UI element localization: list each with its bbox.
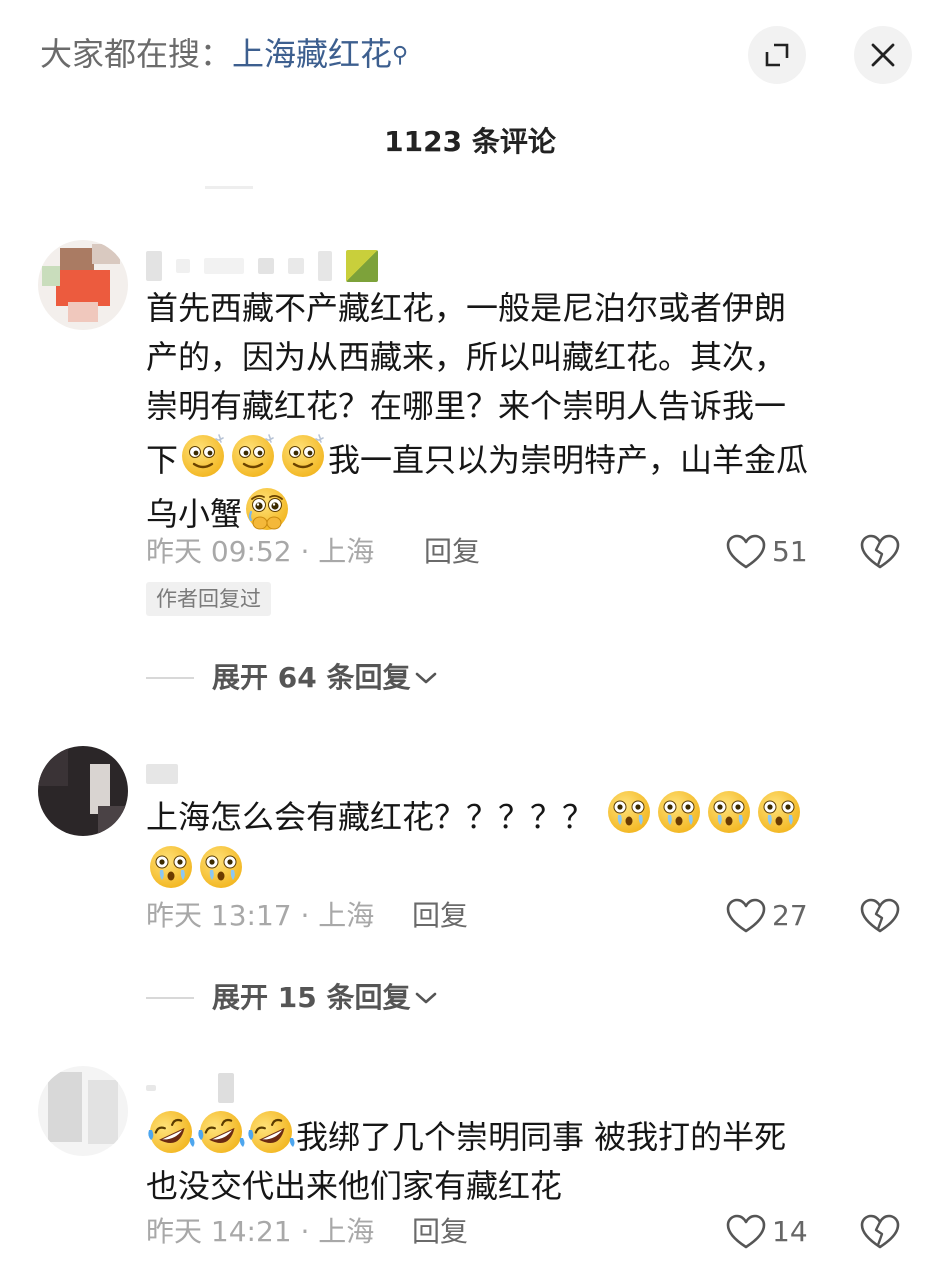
laughing-tears-emoji	[247, 1108, 295, 1156]
comment-line-text: 上海怎么会有藏红花？？？？？	[146, 798, 595, 836]
crying-surprised-emoji	[605, 788, 653, 836]
broken-heart-icon	[860, 534, 900, 569]
heart-outline-icon	[726, 898, 766, 933]
broken-heart-icon	[860, 898, 900, 933]
comment-line-suffix: 我一直只以为崇明特产，山羊金瓜	[328, 441, 809, 479]
expand-replies-label: 展开 15 条回复	[212, 981, 411, 1014]
dizzy-face-emoji	[229, 431, 277, 479]
comment-line: 也没交代出来他们家有藏红花	[146, 1167, 563, 1205]
crying-surprised-emoji	[197, 843, 245, 891]
chevron-down-icon	[416, 992, 437, 1004]
dizzy-face-emoji	[179, 431, 227, 479]
dizzy-face-emoji	[279, 431, 327, 479]
comment-text: 首先西藏不产藏红花，一般是尼泊尔或者伊朗 产的，因为从西藏来，所以叫藏红花。其次…	[146, 284, 886, 539]
comment-time-location: 昨天 14:21 · 上海	[146, 1215, 375, 1248]
avatar[interactable]	[38, 746, 128, 836]
reply-button[interactable]: 回复	[424, 532, 480, 572]
dislike-button[interactable]	[860, 898, 900, 938]
comment-count-title: 1123 条评论	[384, 125, 556, 158]
comment-line-prefix: 乌小蟹	[146, 495, 243, 533]
comment-line	[146, 843, 886, 898]
expand-replies-label: 展开 64 条回复	[212, 661, 411, 694]
comment-time-location: 昨天 13:17 · 上海	[146, 899, 375, 932]
like-button[interactable]: 51	[726, 532, 808, 572]
reply-button[interactable]: 回复	[412, 896, 468, 936]
divider-line	[146, 997, 194, 999]
heart-outline-icon	[726, 534, 766, 569]
avatar[interactable]	[38, 1066, 128, 1156]
crying-surprised-emoji	[705, 788, 753, 836]
pleading-face-emoji	[243, 485, 291, 533]
laughing-tears-emoji	[147, 1108, 195, 1156]
comment-text: 上海怎么会有藏红花？？？？？	[146, 788, 886, 898]
comment-line-prefix: 下	[146, 441, 179, 479]
chevron-down-icon	[416, 672, 437, 684]
username-redacted[interactable]	[146, 248, 378, 284]
crying-surprised-emoji	[755, 788, 803, 836]
username-redacted[interactable]	[146, 1070, 234, 1106]
comment-line: 首先西藏不产藏红花，一般是尼泊尔或者伊朗	[146, 289, 787, 327]
comment-line: 乌小蟹	[146, 485, 886, 539]
laughing-tears-emoji	[197, 1108, 245, 1156]
broken-heart-icon	[860, 1214, 900, 1249]
like-button[interactable]: 27	[726, 896, 808, 936]
search-query-link[interactable]: 上海藏红花	[232, 35, 392, 73]
like-count: 51	[772, 535, 808, 568]
comment-line: 上海怎么会有藏红花？？？？？	[146, 788, 886, 843]
expand-button[interactable]	[748, 26, 806, 84]
heart-outline-icon	[726, 1214, 766, 1249]
divider-line	[146, 677, 194, 679]
like-button[interactable]: 14	[726, 1212, 808, 1252]
close-button[interactable]	[854, 26, 912, 84]
search-suggestion[interactable]: 大家都在搜：上海藏红花⚲	[40, 30, 408, 78]
divider	[205, 186, 253, 189]
avatar[interactable]	[38, 240, 128, 330]
expand-replies-button[interactable]: 展开 64 条回复	[146, 658, 438, 698]
comment-time-location: 昨天 09:52 · 上海	[146, 535, 375, 568]
close-icon	[871, 43, 895, 67]
crying-surprised-emoji	[147, 843, 195, 891]
like-count: 27	[772, 899, 808, 932]
like-count: 14	[772, 1215, 808, 1248]
reply-button[interactable]: 回复	[412, 1212, 468, 1252]
comment-line: 我绑了几个崇明同事 被我打的半死	[146, 1108, 886, 1162]
author-replied-badge: 作者回复过	[146, 582, 271, 616]
expand-icon	[765, 43, 789, 67]
search-prefix-label: 大家都在搜：	[40, 35, 233, 73]
search-icon: ⚲	[392, 43, 409, 68]
comment-line: 产的，因为从西藏来，所以叫藏红花。其次，	[146, 338, 787, 376]
comment-line: 下 我一直只以为崇明特产，山羊金瓜	[146, 431, 886, 485]
comment-line-suffix: 我绑了几个崇明同事 被我打的半死	[296, 1118, 787, 1156]
comment-text: 我绑了几个崇明同事 被我打的半死 也没交代出来他们家有藏红花	[146, 1108, 886, 1211]
expand-replies-button[interactable]: 展开 15 条回复	[146, 978, 438, 1018]
comment-line: 崇明有藏红花？在哪里？来个崇明人告诉我一	[146, 387, 787, 425]
crying-surprised-emoji	[655, 788, 703, 836]
dislike-button[interactable]	[860, 534, 900, 574]
username-redacted[interactable]	[146, 756, 178, 792]
dislike-button[interactable]	[860, 1214, 900, 1254]
